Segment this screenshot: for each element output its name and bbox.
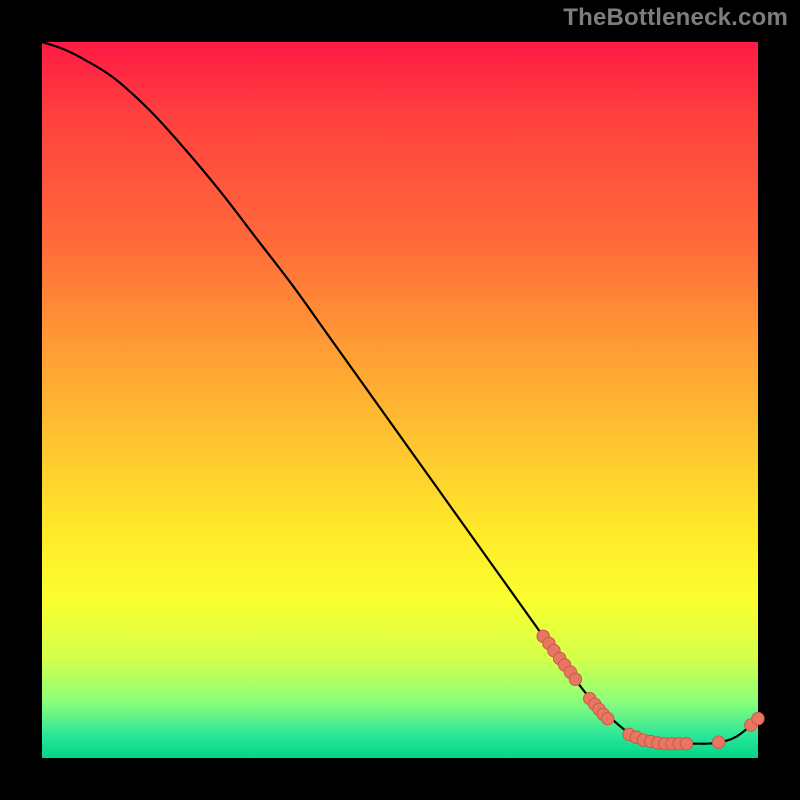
plot-area: [42, 42, 758, 758]
curve-markers: [537, 630, 764, 750]
curve-marker: [680, 737, 692, 749]
watermark-text: TheBottleneck.com: [563, 4, 788, 32]
curve-marker: [601, 712, 613, 724]
curve-marker: [752, 712, 764, 724]
bottleneck-curve: [42, 42, 758, 758]
curve-line: [42, 42, 758, 744]
chart-frame: TheBottleneck.com: [0, 0, 800, 800]
curve-marker: [569, 673, 581, 685]
curve-marker: [712, 736, 724, 748]
